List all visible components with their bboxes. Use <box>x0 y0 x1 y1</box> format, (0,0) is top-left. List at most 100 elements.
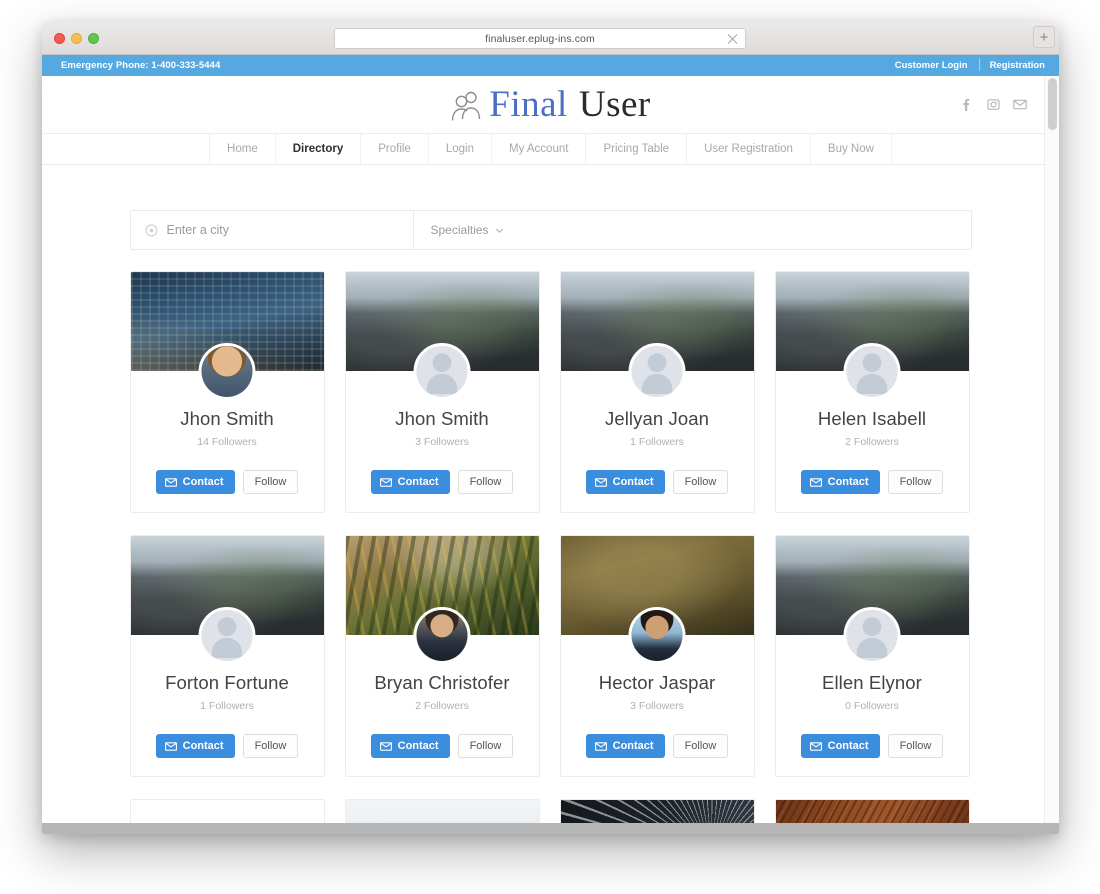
contact-button-label: Contact <box>397 476 439 488</box>
profile-card[interactable]: Forton Fortune 1 Followers Contact Follo… <box>129 535 325 777</box>
profile-card[interactable]: Jhon Smith 3 Followers Contact Follow <box>344 271 540 513</box>
profile-card[interactable]: Ellen Elynor 0 Followers Contact Follow <box>774 535 970 777</box>
contact-button[interactable]: Contact <box>585 470 665 494</box>
follow-button[interactable]: Follow <box>887 734 944 758</box>
contact-button[interactable]: Contact <box>585 734 665 758</box>
email-icon[interactable] <box>1013 98 1027 112</box>
nav-item-login[interactable]: Login <box>427 134 491 164</box>
location-target-icon <box>145 224 158 237</box>
contact-button-label: Contact <box>182 740 224 752</box>
profile-card[interactable]: Jellyan Joan 1 Followers Contact Follow <box>559 271 755 513</box>
contact-button[interactable]: Contact <box>155 470 235 494</box>
avatar <box>413 343 471 400</box>
logo-word-user: User <box>578 84 651 125</box>
envelope-icon <box>164 741 177 751</box>
card-followers: 1 Followers <box>630 436 684 448</box>
card-name: Hector Jaspar <box>598 672 716 693</box>
city-search-field[interactable] <box>131 211 414 249</box>
avatar <box>628 343 686 400</box>
card-cover-image <box>130 272 324 400</box>
site-header: Final User <box>42 76 1059 133</box>
window-bottom-strip <box>42 823 1059 834</box>
contact-button[interactable]: Contact <box>370 470 450 494</box>
page-scroll-area: Final User Home Directory Profile Login … <box>42 76 1059 834</box>
avatar-placeholder-icon <box>416 346 468 394</box>
avatar-placeholder-icon <box>201 610 253 658</box>
avatar <box>843 607 901 664</box>
site-logo[interactable]: Final User <box>450 86 650 123</box>
avatar <box>198 607 256 664</box>
card-actions: Contact Follow <box>131 712 324 776</box>
follow-button[interactable]: Follow <box>242 470 299 494</box>
close-icon[interactable] <box>727 33 738 44</box>
envelope-icon <box>594 741 607 751</box>
profile-card[interactable]: Helen Isabell 2 Followers Contact Follow <box>774 271 970 513</box>
contact-button-label: Contact <box>397 740 439 752</box>
contact-button-label: Contact <box>827 476 869 488</box>
card-cover-image <box>775 272 969 400</box>
new-tab-label: + <box>1039 28 1049 46</box>
avatar-photo <box>631 610 683 661</box>
nav-item-pricing-table[interactable]: Pricing Table <box>585 134 686 164</box>
nav-item-user-registration[interactable]: User Registration <box>686 134 810 164</box>
card-actions: Contact Follow <box>346 448 539 512</box>
nav-item-buy-now[interactable]: Buy Now <box>809 134 892 164</box>
nav-item-directory[interactable]: Directory <box>274 134 361 164</box>
follow-button[interactable]: Follow <box>672 470 729 494</box>
nav-item-home[interactable]: Home <box>209 134 275 164</box>
profile-card[interactable]: Jhon Smith 14 Followers Contact Follow <box>129 271 325 513</box>
follow-button[interactable]: Follow <box>242 734 299 758</box>
follow-button[interactable]: Follow <box>457 470 514 494</box>
window-minimize-button[interactable] <box>71 33 82 44</box>
card-name: Jellyan Joan <box>604 408 710 429</box>
contact-button[interactable]: Contact <box>800 734 880 758</box>
url-text: finaluser.eplug-ins.com <box>485 32 595 45</box>
avatar <box>843 343 901 400</box>
envelope-icon <box>809 741 822 751</box>
search-input[interactable] <box>166 223 387 237</box>
topbar-links: Customer Login Registration <box>884 58 1045 71</box>
contact-button[interactable]: Contact <box>155 734 235 758</box>
envelope-icon <box>379 477 392 487</box>
window-maximize-button[interactable] <box>88 33 99 44</box>
contact-button[interactable]: Contact <box>370 734 450 758</box>
envelope-icon <box>594 477 607 487</box>
nav-item-my-account[interactable]: My Account <box>490 134 585 164</box>
browser-titlebar: finaluser.eplug-ins.com + <box>42 22 1059 55</box>
profile-card[interactable]: Hector Jaspar 3 Followers Contact Follow <box>559 535 755 777</box>
envelope-icon <box>809 477 822 487</box>
profile-card[interactable]: Bryan Christofer 2 Followers Contact Fol… <box>344 535 540 777</box>
card-actions: Contact Follow <box>561 448 754 512</box>
contact-button-label: Contact <box>612 740 654 752</box>
follow-button[interactable]: Follow <box>457 734 514 758</box>
instagram-icon[interactable] <box>986 98 1000 112</box>
card-followers: 14 Followers <box>197 436 257 448</box>
envelope-icon <box>379 741 392 751</box>
card-cover-image <box>345 272 539 400</box>
follow-button[interactable]: Follow <box>887 470 944 494</box>
social-icons <box>959 98 1027 112</box>
card-cover-image <box>345 536 539 664</box>
scrollbar-thumb[interactable] <box>1048 78 1057 130</box>
page-scrollbar[interactable] <box>1044 76 1059 834</box>
avatar-photo <box>416 610 468 661</box>
facebook-icon[interactable] <box>959 98 973 112</box>
page-viewport: Emergency Phone: 1-400-333-5444 Customer… <box>42 55 1059 834</box>
card-row: Jhon Smith 14 Followers Contact Follow J… <box>129 271 972 513</box>
window-close-button[interactable] <box>54 33 65 44</box>
card-actions: Contact Follow <box>561 712 754 776</box>
new-tab-button[interactable]: + <box>1033 26 1055 48</box>
card-cover-image <box>130 536 324 664</box>
specialties-dropdown[interactable]: Specialties <box>414 211 504 249</box>
browser-tab[interactable]: finaluser.eplug-ins.com <box>334 28 746 49</box>
content-inner: Specialties <box>129 210 972 834</box>
nav-item-profile[interactable]: Profile <box>360 134 428 164</box>
card-name: Ellen Elynor <box>822 672 922 693</box>
logo-word-final: Final <box>489 84 568 125</box>
follow-button[interactable]: Follow <box>672 734 729 758</box>
customer-login-link[interactable]: Customer Login <box>884 60 979 71</box>
avatar <box>628 607 686 664</box>
card-cover-image <box>560 536 754 664</box>
contact-button[interactable]: Contact <box>800 470 880 494</box>
registration-link[interactable]: Registration <box>978 58 1045 71</box>
